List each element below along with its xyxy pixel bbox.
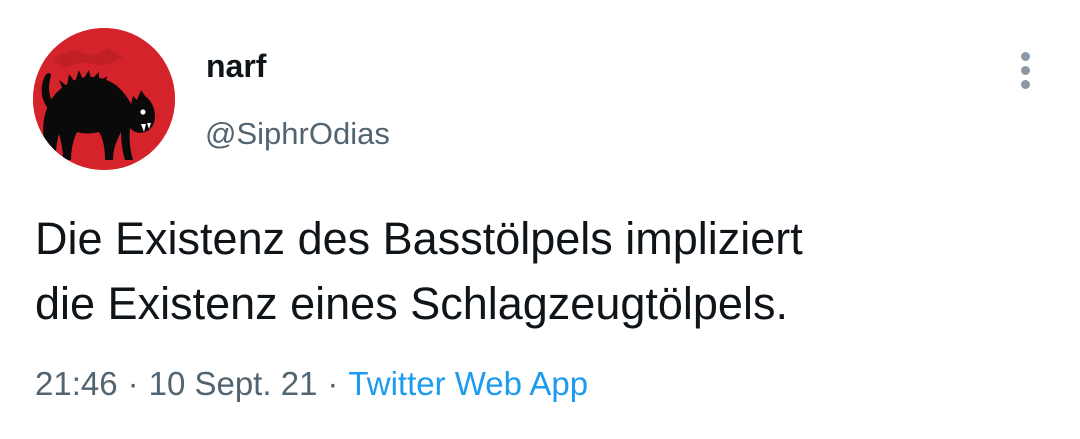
display-name[interactable]: narf <box>206 46 266 86</box>
tweet-text-line: die Existenz eines Schlagzeugtölpels. <box>35 278 788 329</box>
avatar[interactable] <box>33 28 175 170</box>
tweet-text-line: Die Existenz des Basstölpels impliziert <box>35 213 803 264</box>
tweet-meta: 21:46 · 10 Sept. 21 · Twitter Web App <box>35 362 588 406</box>
meta-separator: · <box>327 365 339 402</box>
tweet-text: Die Existenz des Basstölpels impliziert … <box>35 206 1055 336</box>
more-icon-dot <box>1021 52 1030 61</box>
black-cat-avatar-icon <box>33 28 175 170</box>
more-options-button[interactable] <box>1006 46 1046 96</box>
user-handle[interactable]: @SiphrOdias <box>205 115 390 153</box>
tweet-time[interactable]: 21:46 <box>35 365 118 402</box>
tweet-source-link[interactable]: Twitter Web App <box>348 365 588 402</box>
tweet-card: narf @SiphrOdias Die Existenz des Basstö… <box>0 0 1080 439</box>
more-icon-dot <box>1021 66 1030 75</box>
tweet-date[interactable]: 10 Sept. 21 <box>149 365 318 402</box>
meta-separator: · <box>127 365 139 402</box>
more-icon-dot <box>1021 80 1030 89</box>
